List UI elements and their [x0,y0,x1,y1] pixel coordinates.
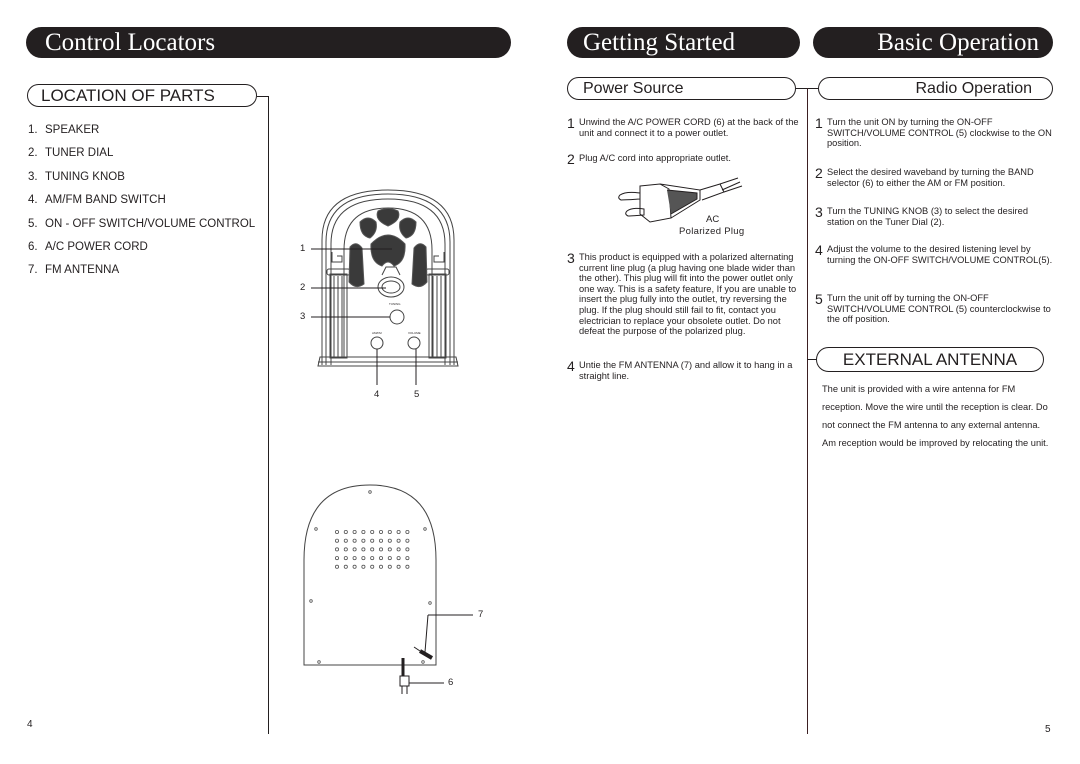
power-step: 4 Untie the FM ANTENNA (7) and allow it t… [567,358,793,381]
page-number-right: 5 [1045,724,1051,735]
operation-step: 4 Adjust the volume to the desired listen… [815,242,1053,265]
external-antenna-title: EXTERNAL ANTENNA [842,350,1018,369]
plug-caption-ac: AC [706,214,720,225]
operation-step: 3 Turn the TUNING KNOB (3) to select the … [815,204,1028,227]
operation-step: 5 Turn the unit off by turning the ON-OFF… [815,291,1051,325]
operation-step: 2 Select the desired waveband by turning … [815,165,1034,188]
external-antenna-heading: EXTERNAL ANTENNA [816,347,1044,372]
operation-step: 1 Turn the unit ON by turning the ON-OFF … [815,115,1052,149]
power-step: 3 This product is equipped with a polariz… [567,250,797,337]
external-antenna-text: The unit is provided with a wire antenna… [822,384,1049,448]
radio-operation-heading: Radio Operation [818,77,1053,100]
radio-operation-title: Radio Operation [915,80,1032,97]
plug-caption-polarized: Polarized Plug [679,226,745,237]
